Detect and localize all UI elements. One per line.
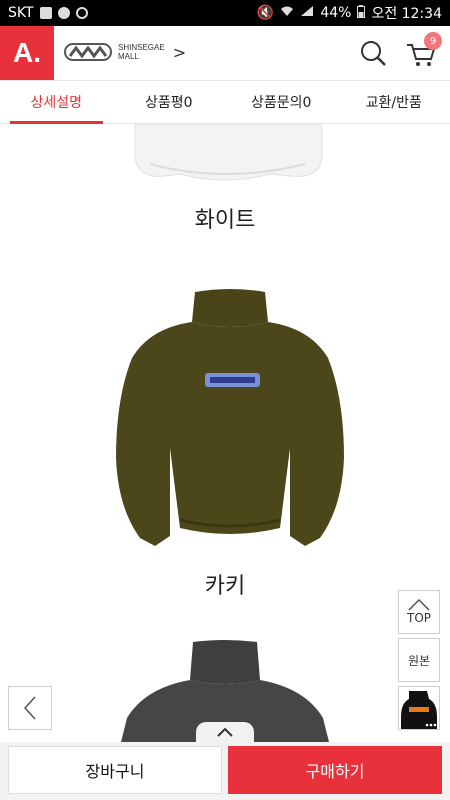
- chevron-up-icon: [408, 599, 430, 611]
- mall-name-line2: MALL: [118, 52, 139, 61]
- app-header: A. SHINSEGAE MALL > 9: [0, 26, 450, 81]
- back-button[interactable]: [8, 686, 52, 730]
- carrier-label: SKT: [8, 5, 34, 21]
- product-tabs: 상세설명 상품평0 상품문의0 교환/반품: [0, 81, 450, 124]
- mute-icon: 🔇: [256, 5, 275, 21]
- shinsegae-logo-icon: [64, 43, 112, 61]
- search-icon: [361, 41, 386, 66]
- tab-exchange-return[interactable]: 교환/반품: [338, 81, 450, 123]
- app-notification-icon: [75, 7, 88, 19]
- buy-now-button[interactable]: 구매하기: [228, 746, 442, 794]
- view-original-button[interactable]: 원본: [398, 638, 440, 682]
- signal-icon: [300, 5, 314, 21]
- view-original-label: 원본: [407, 653, 431, 668]
- product-thumbnail-image: [399, 687, 439, 729]
- cart-button[interactable]: 9: [404, 32, 442, 70]
- product-image-khaki: [116, 289, 344, 546]
- product-image-white: [134, 124, 323, 181]
- add-to-cart-button[interactable]: 장바구니: [8, 746, 222, 794]
- clock: 오전 12:34: [371, 6, 442, 22]
- chevron-right-icon: >: [172, 42, 187, 62]
- status-bar: SKT 🔇 44% 오전 12:34: [0, 0, 450, 26]
- product-detail-content[interactable]: 화이트 카키: [0, 124, 450, 742]
- tab-reviews[interactable]: 상품평0: [113, 81, 226, 123]
- battery-percent: 44%: [320, 5, 352, 21]
- tab-qna[interactable]: 상품문의0: [225, 81, 338, 123]
- scroll-top-label: TOP: [406, 611, 431, 625]
- chevron-up-small-icon: [217, 727, 233, 737]
- talk-notification-icon: [57, 7, 70, 19]
- search-button[interactable]: [358, 38, 388, 68]
- battery-icon: [357, 4, 366, 22]
- cart-count-badge: 9: [424, 32, 442, 50]
- wifi-icon: [280, 5, 294, 21]
- shinsegae-mall-link[interactable]: SHINSEGAE MALL >: [64, 40, 186, 64]
- gallery-notification-icon: [39, 7, 52, 19]
- scroll-top-button[interactable]: TOP: [398, 590, 440, 634]
- color-caption-white: 화이트: [194, 208, 256, 233]
- tab-description[interactable]: 상세설명: [0, 81, 113, 124]
- color-caption-khaki: 카키: [204, 574, 246, 599]
- chevron-left-icon: [23, 696, 36, 720]
- brand-logo[interactable]: A.: [0, 26, 54, 80]
- purchase-bar: 장바구니 구매하기: [0, 742, 450, 800]
- expand-bottom-panel-button[interactable]: [196, 722, 254, 742]
- mall-name-line1: SHINSEGAE: [118, 43, 165, 52]
- product-thumbnail-button[interactable]: [398, 686, 440, 730]
